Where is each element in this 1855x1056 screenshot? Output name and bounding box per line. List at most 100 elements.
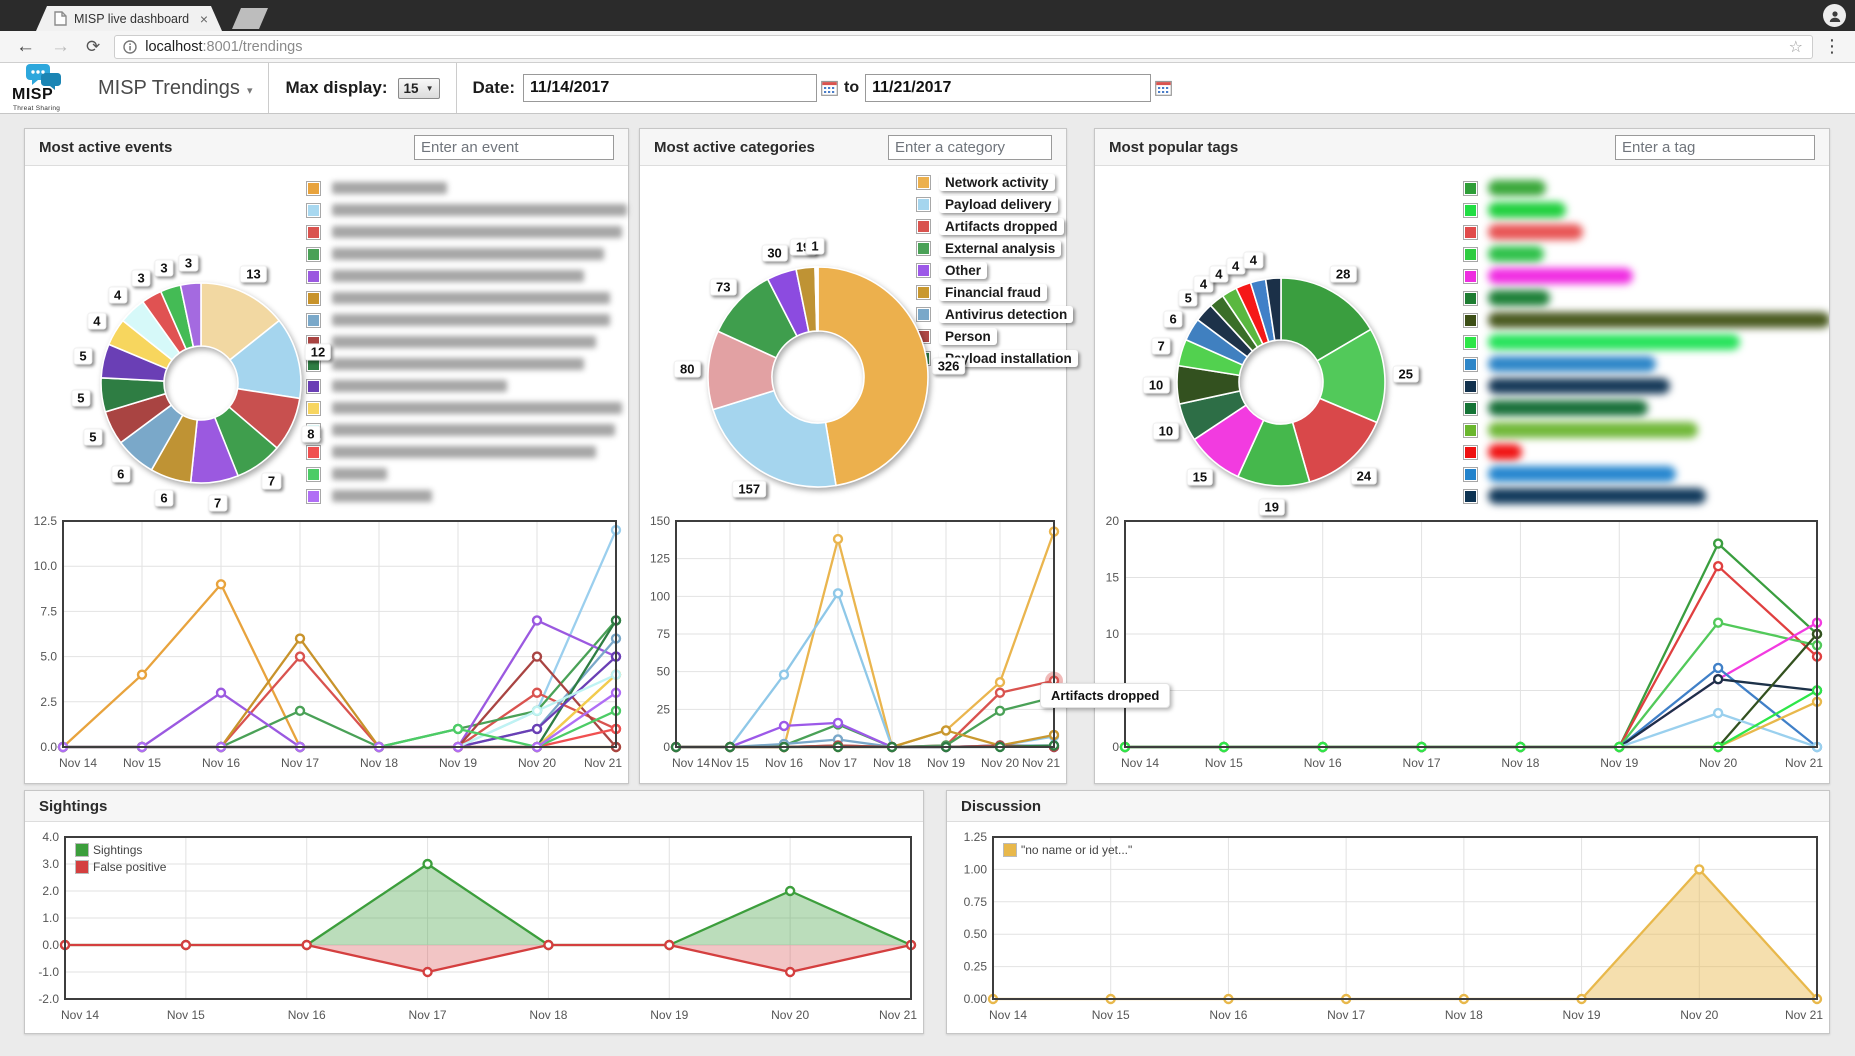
pie-value-label: 5	[73, 348, 92, 365]
legend-swatch	[1463, 291, 1478, 306]
pie-slice[interactable]	[817, 267, 818, 331]
categories_lines-chart: 1501251007550250Nov 14Nov 15Nov 16Nov 17…	[642, 515, 1064, 777]
pie-slice[interactable]	[109, 321, 172, 369]
pie-slice[interactable]	[1177, 366, 1240, 404]
pie-slice[interactable]	[1281, 278, 1371, 361]
pie-value-label: 73	[710, 278, 736, 295]
pie-slice[interactable]	[229, 389, 300, 448]
legend-row	[1463, 287, 1830, 309]
legend-swatch	[1463, 445, 1478, 460]
browser-tab[interactable]: MISP live dashboard ×	[36, 6, 222, 31]
svg-text:0: 0	[1112, 740, 1119, 754]
pie-slice[interactable]	[796, 267, 817, 332]
categories-legend: Network activityPayload deliveryArtifact…	[916, 171, 1078, 369]
forward-icon[interactable]: →	[51, 37, 70, 56]
pie-slice[interactable]	[121, 405, 183, 470]
pie-slice[interactable]	[1178, 340, 1242, 376]
pie-slice[interactable]	[201, 283, 279, 360]
legend-row: False positive	[75, 858, 166, 875]
misp-logo[interactable]: MISP Threat Sharing	[12, 63, 84, 113]
event-search-input[interactable]	[414, 135, 614, 160]
legend-row	[306, 397, 627, 419]
calendar-icon[interactable]	[821, 80, 838, 96]
url-bar[interactable]: localhost :8001/trendings ☆	[114, 35, 1813, 59]
svg-text:Nov 19: Nov 19	[650, 1008, 688, 1022]
pie-slice[interactable]	[161, 285, 194, 349]
pie-slice[interactable]	[151, 415, 197, 482]
pie-slice[interactable]	[816, 267, 818, 331]
legend-label: "no name or id yet..."	[1021, 843, 1132, 857]
blurred-tag-pill	[1488, 422, 1698, 438]
svg-text:Nov 16: Nov 16	[288, 1008, 326, 1022]
date-to-input[interactable]	[865, 74, 1151, 102]
bookmark-star-icon[interactable]: ☆	[1789, 37, 1803, 57]
pie-slice[interactable]	[123, 302, 180, 360]
legend-row	[1463, 375, 1830, 397]
category-search-input[interactable]	[888, 135, 1052, 160]
info-icon[interactable]	[123, 40, 137, 54]
pie-slice[interactable]	[191, 417, 238, 483]
max-display-select[interactable]: 15 ▼	[398, 78, 440, 99]
back-icon[interactable]: ←	[16, 37, 35, 56]
date-from-input[interactable]	[523, 74, 817, 102]
pie-value-label: 4	[87, 313, 106, 330]
brand-tagline: Threat Sharing	[13, 105, 60, 112]
pie-slice[interactable]	[1198, 305, 1253, 356]
legend-swatch	[1463, 379, 1478, 394]
pie-slice[interactable]	[1317, 329, 1385, 422]
tab-close-icon[interactable]: ×	[200, 12, 208, 26]
svg-text:Nov 14: Nov 14	[61, 1008, 99, 1022]
tags-legend	[1463, 177, 1830, 507]
pie-slice[interactable]	[101, 378, 166, 412]
pie-slice[interactable]	[1251, 279, 1275, 342]
blurred-tag-pill	[1488, 378, 1670, 394]
reload-icon[interactable]: ⟳	[86, 38, 100, 55]
pie-slice[interactable]	[708, 331, 776, 409]
svg-text:Nov 21: Nov 21	[1785, 1008, 1823, 1022]
pie-slice[interactable]	[1236, 283, 1269, 345]
svg-text:Nov 19: Nov 19	[1600, 756, 1638, 770]
legend-swatch	[306, 225, 321, 240]
pie-slice[interactable]	[713, 391, 836, 487]
blurred-event-name	[332, 380, 507, 392]
pie-slice[interactable]	[1223, 288, 1263, 347]
pie-slice[interactable]	[1194, 405, 1263, 476]
legend-row	[306, 419, 627, 441]
pie-slice[interactable]	[1186, 320, 1247, 365]
pie-slice[interactable]	[1266, 278, 1281, 340]
profile-icon[interactable]	[1823, 4, 1846, 27]
pie-value-label: 4	[1226, 257, 1245, 274]
legend-swatch	[916, 241, 931, 256]
pie-slice[interactable]	[143, 291, 186, 352]
svg-text:Nov 14: Nov 14	[989, 1008, 1027, 1022]
pie-slice[interactable]	[1211, 296, 1258, 351]
select-caret-icon: ▼	[426, 84, 434, 93]
browser-menu-icon[interactable]: ⋮	[1823, 36, 1841, 57]
pie-value-label: 25	[1393, 365, 1419, 382]
pie-slice[interactable]	[815, 267, 817, 331]
new-tab-button[interactable]	[232, 8, 268, 29]
pie-slice[interactable]	[230, 321, 301, 399]
calendar-icon[interactable]	[1155, 80, 1172, 96]
svg-text:Nov 16: Nov 16	[1209, 1008, 1247, 1022]
tag-search-input[interactable]	[1615, 135, 1815, 160]
pie-slice[interactable]	[215, 407, 277, 476]
panel-discussion: Discussion "no name or id yet..." 1.251.…	[946, 790, 1830, 1034]
pie-slice[interactable]	[1238, 420, 1310, 486]
pie-slice[interactable]	[180, 283, 201, 347]
legend-row	[306, 375, 627, 397]
pie-slice[interactable]	[105, 394, 171, 443]
blurred-tag-pill	[1488, 202, 1566, 218]
svg-text:Nov 17: Nov 17	[819, 756, 857, 770]
nav-title-dropdown[interactable]: MISP Trendings▾	[98, 77, 252, 100]
svg-text:Nov 15: Nov 15	[123, 756, 161, 770]
pie-slice[interactable]	[818, 267, 928, 486]
svg-text:Nov 18: Nov 18	[1445, 1008, 1483, 1022]
legend-row	[306, 463, 627, 485]
pie-slice[interactable]	[1179, 391, 1246, 440]
pie-slice[interactable]	[101, 344, 167, 381]
legend-swatch	[1463, 181, 1478, 196]
events-legend	[306, 177, 627, 507]
svg-text:0: 0	[663, 740, 670, 754]
pie-slice[interactable]	[768, 269, 809, 336]
